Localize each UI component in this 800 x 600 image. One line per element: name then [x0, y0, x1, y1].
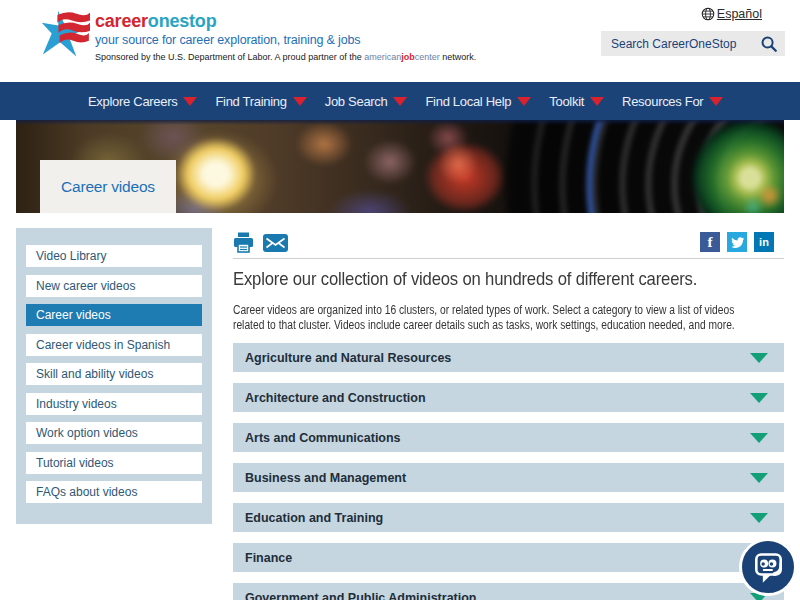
category-accordion: Agriculture and Natural Resources Archit…	[233, 343, 784, 600]
sidebar-item[interactable]: Industry videos	[26, 393, 202, 415]
sidebar-item[interactable]: FAQs about videos	[26, 481, 202, 503]
sidebar-item[interactable]: Career videos	[26, 304, 202, 326]
facebook-icon[interactable]: f	[700, 232, 720, 252]
nav-item[interactable]: Resources For	[622, 94, 723, 109]
category-row[interactable]: Business and Management	[233, 463, 784, 492]
nav-item[interactable]: Job Search	[325, 94, 408, 109]
expand-arrow-icon	[750, 393, 768, 403]
category-row[interactable]: Agriculture and Natural Resources	[233, 343, 784, 372]
twitter-icon[interactable]	[727, 232, 747, 252]
expand-arrow-icon	[750, 353, 768, 363]
hero-banner: Career videos	[16, 120, 784, 213]
dropdown-arrow-icon	[293, 97, 307, 106]
sidebar-item[interactable]: Work option videos	[26, 422, 202, 444]
linkedin-icon[interactable]: in	[754, 232, 774, 252]
logo[interactable]: careeronestop your source for career exp…	[36, 7, 476, 62]
globe-icon	[701, 7, 715, 21]
category-row[interactable]: Finance	[233, 543, 784, 572]
expand-arrow-icon	[750, 513, 768, 523]
divider	[233, 258, 784, 259]
sponsored-text: Sponsored by the U.S. Department of Labo…	[95, 52, 476, 62]
brand-name: careeronestop	[95, 12, 476, 30]
chat-widget-button[interactable]	[739, 538, 797, 596]
logo-text: careeronestop your source for career exp…	[95, 7, 476, 62]
print-icon[interactable]	[233, 232, 254, 253]
tagline: your source for career exploration, trai…	[95, 33, 476, 47]
sidebar: Video Library New career videos Career vid…	[16, 228, 212, 524]
sidebar-item[interactable]: New career videos	[26, 275, 202, 297]
search-icon	[760, 35, 778, 53]
page-title-tab: Career videos	[40, 160, 176, 213]
expand-arrow-icon	[750, 433, 768, 443]
site-search	[601, 31, 785, 56]
page-heading: Explore our collection of videos on hund…	[233, 268, 800, 290]
page-title: Career videos	[61, 178, 155, 196]
search-input[interactable]	[601, 37, 753, 51]
category-row[interactable]: Architecture and Construction	[233, 383, 784, 412]
expand-arrow-icon	[750, 473, 768, 483]
nav-item[interactable]: Explore Careers	[88, 94, 197, 109]
dropdown-arrow-icon	[590, 97, 604, 106]
category-row[interactable]: Government and Public Administration	[233, 583, 784, 600]
category-row[interactable]: Arts and Communications	[233, 423, 784, 452]
nav-item[interactable]: Find Training	[215, 94, 306, 109]
email-icon[interactable]	[263, 234, 288, 252]
nav-item[interactable]: Toolkit	[549, 94, 604, 109]
sidebar-item[interactable]: Skill and ability videos	[26, 363, 202, 385]
sidebar-item[interactable]: Tutorial videos	[26, 452, 202, 474]
dropdown-arrow-icon	[517, 97, 531, 106]
espanol-link[interactable]: Español	[701, 7, 762, 21]
dropdown-arrow-icon	[183, 97, 197, 106]
dropdown-arrow-icon	[393, 97, 407, 106]
main-nav: Explore Careers Find Training Job Search Fi…	[0, 82, 800, 120]
social-links: f in	[700, 232, 774, 252]
nav-item[interactable]: Find Local Help	[425, 94, 531, 109]
logo-star-flag-icon	[36, 7, 90, 61]
intro-paragraph: Career videos are organized into 16 clus…	[233, 303, 800, 332]
search-button[interactable]	[753, 31, 785, 56]
category-row[interactable]: Education and Training	[233, 503, 784, 532]
chatbot-icon	[745, 544, 792, 591]
hero-shade	[16, 120, 784, 125]
sidebar-item[interactable]: Video Library	[26, 245, 202, 267]
page: careeronestop your source for career exp…	[0, 0, 800, 600]
dropdown-arrow-icon	[709, 97, 723, 106]
sidebar-item[interactable]: Career videos in Spanish	[26, 334, 202, 356]
